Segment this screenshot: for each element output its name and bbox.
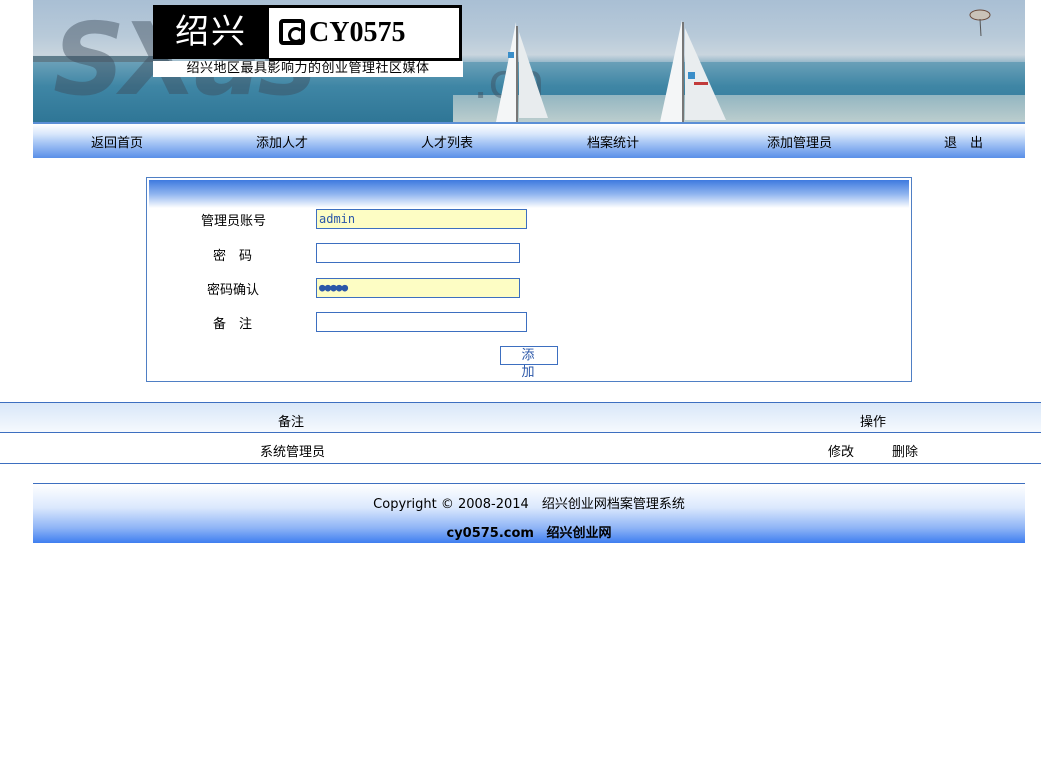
footer-site-name: 绍兴创业网 xyxy=(546,526,612,541)
nav-talent-list-link[interactable]: 人才列表 xyxy=(421,132,473,151)
confirm-password-label: 密码确认 xyxy=(207,283,260,298)
form-header-bar xyxy=(149,180,909,208)
logo-code: CY0575 xyxy=(309,17,406,48)
footer-domain: cy0575.com xyxy=(446,526,534,541)
note-input[interactable] xyxy=(316,312,527,332)
account-input[interactable] xyxy=(316,209,527,229)
logo-slogan: 绍兴地区最具影响力的创业管理社区媒体 xyxy=(153,61,463,77)
logo-english-text: CY0575 xyxy=(269,5,462,61)
confirm-password-input[interactable]: ●●●●● xyxy=(316,278,520,298)
footer-site-line: cy0575.com 绍兴创业网 xyxy=(33,522,1025,541)
column-header-actions: 操作 xyxy=(860,415,887,430)
nav-add-admin-link[interactable]: 添加管理员 xyxy=(767,132,832,151)
logo-chinese-text: 绍兴 xyxy=(153,5,269,59)
add-button[interactable]: 添 加 xyxy=(500,346,558,380)
note-label: 备 注 xyxy=(213,317,253,332)
edit-link[interactable]: 修改 xyxy=(828,441,854,460)
site-logo: 绍兴 CY0575 绍兴地区最具影响力的创业管理社区媒体 xyxy=(153,5,465,77)
account-label: 管理员账号 xyxy=(201,214,267,229)
password-label: 密 码 xyxy=(213,249,253,264)
password-input[interactable] xyxy=(316,243,520,263)
column-header-note: 备注 xyxy=(278,415,305,430)
main-nav: 返回首页 添加人才 人才列表 档案统计 添加管理员 退 出 xyxy=(33,122,1025,158)
row-note: 系统管理员 xyxy=(260,445,326,460)
nav-logout-link[interactable]: 退 出 xyxy=(944,132,983,151)
logo-mark-icon xyxy=(279,18,305,45)
add-admin-form: 管理员账号 密 码 密码确认 ●●●●● 备 注 添 加 xyxy=(146,177,912,382)
sailboat-image xyxy=(660,20,726,122)
page-footer: Copyright © 2008-2014 绍兴创业网档案管理系统 cy0575… xyxy=(33,483,1025,543)
nav-archive-stats-link[interactable]: 档案统计 xyxy=(587,132,639,151)
sailboat-image xyxy=(496,22,548,122)
table-header: 备注 操作 xyxy=(0,402,1041,433)
delete-link[interactable]: 删除 xyxy=(892,441,918,460)
table-row: 系统管理员 修改 删除 xyxy=(0,433,1041,464)
parasail-image xyxy=(969,9,991,37)
header-banner: SXas .cn 绍兴 CY0575 绍兴地区最具影响力的创业管理社区媒体 xyxy=(33,0,1025,122)
footer-copyright: Copyright © 2008-2014 绍兴创业网档案管理系统 xyxy=(373,497,685,512)
nav-add-talent-link[interactable]: 添加人才 xyxy=(256,132,308,151)
nav-home-link[interactable]: 返回首页 xyxy=(91,132,143,151)
